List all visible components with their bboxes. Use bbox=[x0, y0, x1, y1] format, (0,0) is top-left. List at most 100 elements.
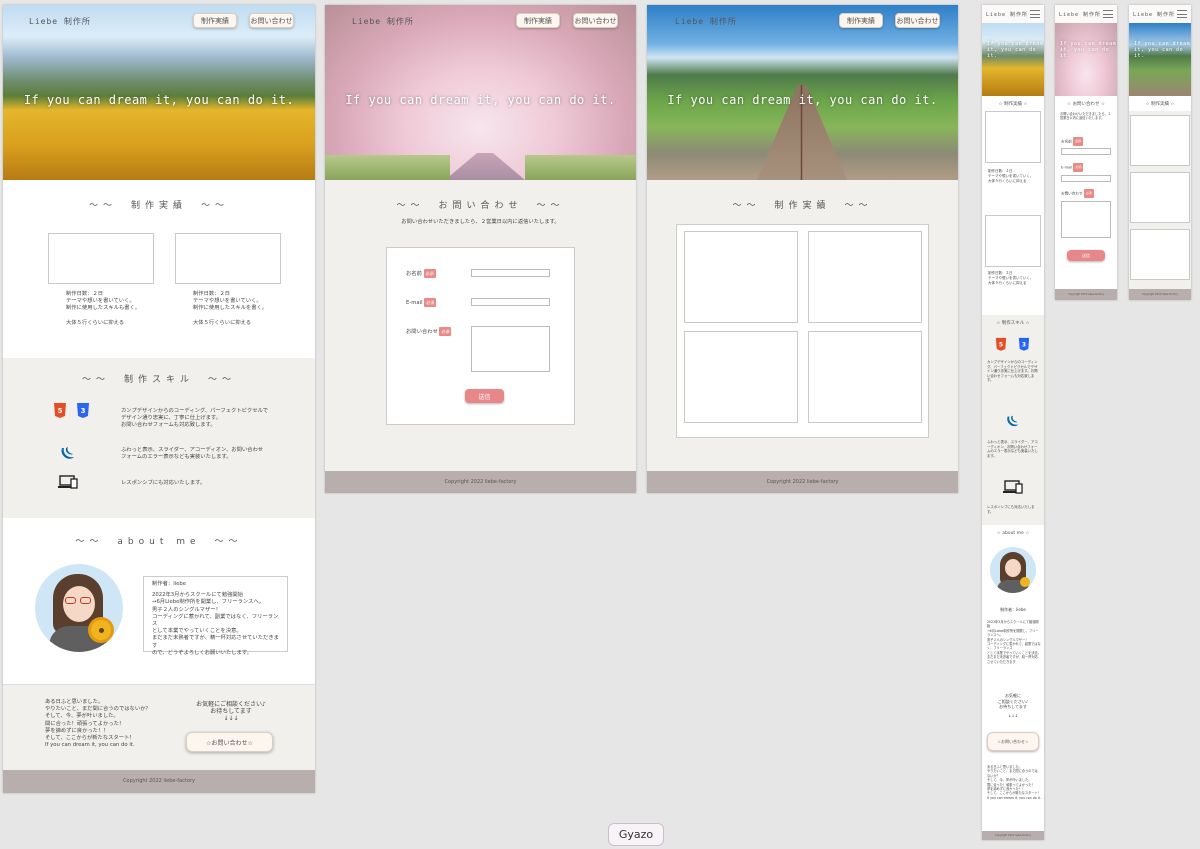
contact-note: お問い合わせいただきましたら、２営業日以内に返信いたします。 bbox=[1060, 112, 1111, 121]
mobile-skills-section: ☆ 制作スキル ☆ 5 3 カンプデザインからのコーディング、パーフェクトピクセ… bbox=[982, 315, 1044, 525]
email-input[interactable] bbox=[1061, 175, 1111, 182]
skills-title: 〜〜 制作スキル 〜〜 bbox=[81, 375, 236, 385]
hamburger-menu-icon[interactable] bbox=[1103, 10, 1113, 18]
svg-text:5: 5 bbox=[58, 407, 63, 415]
svg-text:3: 3 bbox=[1022, 341, 1026, 348]
work-thumbnail[interactable] bbox=[684, 231, 798, 323]
work-description: 制作日数：２日 テーマや想いを書いていく。 大体５行くらいに抑える bbox=[988, 169, 1034, 183]
email-input[interactable] bbox=[471, 298, 550, 306]
name-label: お名前 必須 bbox=[1061, 137, 1083, 147]
works-gallery-section: 〜〜 制作実績 〜〜 bbox=[647, 180, 958, 471]
hero-cherry-blossom bbox=[1055, 23, 1117, 96]
avatar bbox=[990, 547, 1036, 593]
work-thumbnail[interactable] bbox=[808, 231, 922, 323]
submit-button[interactable]: 送信 bbox=[1067, 250, 1105, 261]
work-thumbnail[interactable] bbox=[1130, 229, 1190, 280]
hero-grass-right bbox=[525, 155, 636, 180]
work-description: 制作日数：２日 テーマや想いを書いていく。 制作に使用したスキルを書く。 大体５行くら… bbox=[193, 291, 268, 326]
closing-section: ある日ふと思いました。 やりたいこと、まだ間に合うのではないか？ そして、今、夢が叶… bbox=[3, 684, 315, 770]
work-thumbnail[interactable] bbox=[684, 331, 798, 423]
message-label: お問い合わせ 必須 bbox=[1061, 189, 1094, 199]
logo[interactable]: Liebe 制作所 bbox=[986, 11, 1028, 18]
logo[interactable]: Liebe 制作所 bbox=[352, 16, 414, 27]
footer: Copyright 2022 liebe-factory bbox=[982, 831, 1044, 840]
cta-text: お気軽にご相談ください♪お待ちしてます↓↓↓ bbox=[196, 701, 266, 722]
work-thumbnail[interactable] bbox=[985, 215, 1041, 267]
cta-text: お気軽にご相談ください♪お待ちしてます↓↓↓ bbox=[997, 693, 1029, 718]
mobile-top-page: Liebe 制作所 If you can dream it, you can d… bbox=[982, 5, 1044, 840]
work-thumbnail[interactable] bbox=[1130, 172, 1190, 223]
required-badge: 必須 bbox=[423, 269, 436, 279]
required-badge: 必須 bbox=[439, 327, 452, 337]
hero-text: If you can dream it, you can do it. bbox=[1060, 41, 1117, 59]
logo[interactable]: Liebe 制作所 bbox=[29, 16, 91, 27]
hero-text: If you can dream it, you can do it. bbox=[345, 93, 616, 107]
author-name: 制作者：liebe bbox=[1000, 607, 1026, 612]
message-textarea[interactable] bbox=[1061, 201, 1111, 238]
nav-works-button[interactable]: 制作実績 bbox=[516, 13, 560, 28]
mobile-skills-title: ☆ 制作スキル ☆ bbox=[996, 321, 1030, 326]
contact-title: 〜〜 お問い合わせ 〜〜 bbox=[396, 201, 565, 211]
message-textarea[interactable] bbox=[471, 326, 550, 372]
work-thumbnail[interactable] bbox=[985, 111, 1041, 163]
closing-text: ある日ふと思いました。 やりたいこと、まだ間に合うのではないか？ そして、今、夢が叶… bbox=[45, 699, 151, 749]
logo[interactable]: Liebe 制作所 bbox=[675, 16, 737, 27]
email-label: E-mail 必須 bbox=[406, 298, 437, 308]
hero-railway bbox=[1129, 23, 1191, 96]
svg-text:5: 5 bbox=[999, 341, 1003, 348]
required-badge: 必須 bbox=[1083, 189, 1094, 199]
mobile-about-title: ☆ about me ☆ bbox=[996, 531, 1030, 536]
header: Liebe 制作所 bbox=[1055, 5, 1117, 23]
logo[interactable]: Liebe 制作所 bbox=[1059, 11, 1101, 18]
work-description: 制作日数：２日 テーマや想いを書いていく。 大体５行くらいに抑える bbox=[988, 271, 1034, 285]
mobile-works-page: Liebe 制作所 If you can dream it, you can d… bbox=[1129, 5, 1191, 300]
jquery-icon bbox=[61, 447, 74, 459]
hero-text: If you can dream it, you can do it. bbox=[1134, 41, 1191, 59]
logo[interactable]: Liebe 制作所 bbox=[1133, 11, 1175, 18]
desktop-contact-page: Liebe 制作所 制作実績 お問い合わせ If you can dream i… bbox=[325, 5, 636, 493]
header: Liebe 制作所 bbox=[982, 5, 1044, 23]
submit-button[interactable]: 送信 bbox=[465, 389, 504, 403]
devices-icon bbox=[1003, 480, 1023, 494]
hero-text: If you can dream it, you can do it. bbox=[23, 93, 295, 107]
header: Liebe 制作所 制作実績 お問い合わせ bbox=[3, 5, 315, 37]
gyazo-button[interactable]: Gyazo bbox=[608, 823, 664, 846]
header: Liebe 制作所 制作実績 お問い合わせ bbox=[325, 5, 636, 37]
name-input[interactable] bbox=[471, 269, 550, 277]
skill-responsive-text: レスポンシブにも対応いたします。 bbox=[987, 505, 1035, 514]
contact-form: お名前 必須 E-mail 必須 お問い合わせ 必須 送信 bbox=[386, 247, 575, 425]
work-thumbnail[interactable] bbox=[48, 233, 154, 284]
mobile-works-title: ☆ 制作実績 ☆ bbox=[998, 102, 1028, 107]
hero-sunflower bbox=[982, 23, 1044, 96]
contact-note: お問い合わせいただきましたら、２営業日以内に返信いたします。 bbox=[401, 219, 560, 225]
avatar bbox=[35, 564, 123, 652]
nav-works-button[interactable]: 制作実績 bbox=[839, 13, 883, 28]
footer: Copyright 2022 liebe-factory bbox=[1055, 289, 1117, 300]
nav-contact-button[interactable]: お問い合わせ bbox=[573, 13, 618, 28]
hamburger-menu-icon[interactable] bbox=[1030, 10, 1040, 18]
cta-contact-button[interactable]: ☆お問い合わせ☆ bbox=[987, 732, 1039, 751]
cta-contact-button[interactable]: ☆お問い合わせ☆ bbox=[186, 732, 273, 752]
footer: Copyright 2022 liebe-factory bbox=[325, 471, 636, 493]
jquery-icon bbox=[1007, 415, 1019, 427]
nav-works-button[interactable]: 制作実績 bbox=[193, 13, 237, 28]
skills-section: 〜〜 制作スキル 〜〜 5 3 カンプデザインからのコーディング、パーフェクトピ… bbox=[3, 358, 315, 518]
work-thumbnail[interactable] bbox=[175, 233, 281, 284]
footer: Copyright 2022 liebe-factory bbox=[1129, 289, 1191, 300]
nav-contact-button[interactable]: お問い合わせ bbox=[249, 13, 294, 28]
name-input[interactable] bbox=[1061, 148, 1111, 155]
works-title: 〜〜 制作実績 〜〜 bbox=[732, 201, 873, 211]
hero-grass-left bbox=[325, 155, 450, 180]
devices-icon bbox=[58, 475, 78, 489]
work-thumbnail[interactable] bbox=[808, 331, 922, 423]
nav-contact-button[interactable]: お問い合わせ bbox=[895, 13, 940, 28]
skill-html-css-text: カンプデザインからのコーディング、パーフェクトピクセルで デザイン通り忠実に、丁寧… bbox=[121, 408, 269, 429]
hamburger-menu-icon[interactable] bbox=[1177, 10, 1187, 18]
required-badge: 必須 bbox=[1072, 137, 1083, 147]
css3-icon: 3 bbox=[77, 403, 89, 418]
mobile-works-list bbox=[1129, 111, 1191, 289]
about-section: 〜〜 about me 〜〜 制作者：liebe 2022年3月からスクールにて… bbox=[3, 518, 315, 684]
work-thumbnail[interactable] bbox=[1130, 115, 1190, 166]
about-text: 2022年3月からスクールにて勉強開始 →6月Liebe制作所を開業し、フリーラン… bbox=[987, 620, 1041, 664]
works-grid bbox=[676, 224, 929, 438]
